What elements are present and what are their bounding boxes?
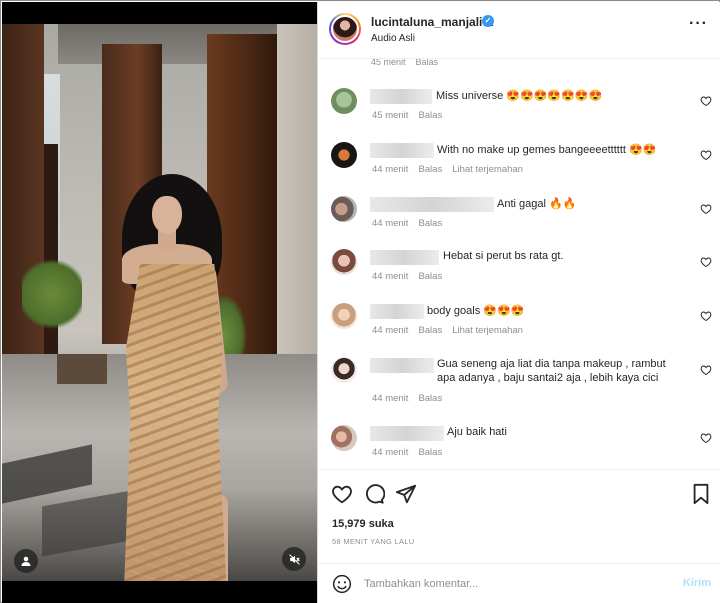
post-comment-button[interactable]: Kirim — [683, 577, 711, 589]
commenter-username-redacted[interactable] — [370, 197, 494, 212]
muted-speaker-icon — [288, 553, 300, 565]
heart-icon[interactable] — [700, 149, 712, 161]
heart-icon[interactable] — [700, 256, 712, 268]
commenter-avatar[interactable] — [331, 425, 357, 451]
more-options-icon[interactable]: ··· — [689, 16, 708, 32]
commenter-avatar[interactable] — [331, 357, 357, 383]
post-timestamp[interactable]: 58 MENIT YANG LALU — [332, 537, 415, 546]
reply-link[interactable]: Balas — [418, 271, 442, 282]
post-details-panel: lucintaluna_manjalita ✓ Audio Asli ··· 4… — [317, 2, 720, 603]
video-player[interactable] — [2, 2, 317, 603]
translate-link[interactable]: Lihat terjemahan — [452, 325, 523, 336]
commenter-username-redacted[interactable] — [370, 358, 434, 373]
reply-link[interactable]: Balas — [418, 110, 442, 121]
heart-icon[interactable] — [700, 310, 712, 322]
comment-icon[interactable] — [363, 483, 385, 505]
comment-meta: 44 menit Balas Lihat terjemahan — [372, 164, 523, 175]
post-header: lucintaluna_manjalita ✓ Audio Asli ··· — [318, 2, 720, 59]
like-count[interactable]: 15,979 suka — [332, 518, 394, 530]
comment-text: With no make up gemes bangeeeetttttt 😍😍 — [437, 144, 657, 156]
emoji-icon[interactable] — [332, 574, 352, 594]
verified-badge-icon: ✓ — [482, 15, 494, 27]
heart-icon[interactable] — [700, 203, 712, 215]
comment-text: body goals 😍😍😍 — [427, 305, 525, 317]
commenter-username-redacted[interactable] — [370, 89, 432, 104]
comment-text: Hebat si perut bs rata gt. — [443, 250, 564, 262]
post-actions: 15,979 suka 58 MENIT YANG LALU — [318, 469, 720, 569]
reply-link[interactable]: Balas — [418, 218, 442, 229]
audio-label[interactable]: Audio Asli — [371, 33, 415, 44]
commenter-username-redacted[interactable] — [370, 304, 424, 319]
bookmark-icon[interactable] — [690, 483, 712, 505]
comment-meta: 44 menit Balas — [372, 393, 443, 404]
comment-meta: 44 menit Balas — [372, 447, 443, 458]
user-tag-icon — [21, 556, 31, 566]
comment-text: Anti gagal 🔥🔥 — [497, 198, 577, 210]
commenter-avatar[interactable] — [331, 303, 357, 329]
heart-icon[interactable] — [700, 432, 712, 444]
translate-link[interactable]: Lihat terjemahan — [452, 164, 523, 175]
reply-link[interactable]: Balas — [418, 325, 442, 336]
video-frame — [2, 24, 317, 581]
comment-composer: Kirim — [318, 563, 720, 603]
commenter-avatar[interactable] — [331, 142, 357, 168]
post-dialog: lucintaluna_manjalita ✓ Audio Asli ··· 4… — [0, 0, 720, 603]
comment-meta: 44 menit Balas — [372, 271, 443, 282]
commenter-avatar[interactable] — [331, 249, 357, 275]
comment-meta: 44 menit Balas Lihat terjemahan — [372, 325, 523, 336]
comment-text: Miss universe 😍😍😍😍😍😍😍 — [436, 90, 603, 102]
mute-toggle-button[interactable] — [282, 547, 306, 571]
heart-icon[interactable] — [331, 483, 353, 505]
reply-link[interactable]: Balas — [418, 447, 442, 458]
reply-link[interactable]: Balas — [418, 164, 442, 175]
user-tag-button[interactable] — [14, 549, 38, 573]
comment-input[interactable] — [364, 573, 664, 595]
author-avatar[interactable] — [329, 13, 361, 45]
comment-text: Gua seneng aja liat dia tanpa makeup , r… — [437, 358, 666, 384]
reply-link[interactable]: Balas — [418, 393, 442, 404]
comment-meta: 45 menit Balas — [372, 110, 443, 121]
commenter-username-redacted[interactable] — [370, 250, 439, 265]
commenter-username-redacted[interactable] — [370, 143, 434, 158]
comment-meta: 44 menit Balas — [372, 218, 443, 229]
commenter-username-redacted[interactable] — [370, 426, 444, 441]
commenter-avatar[interactable] — [331, 88, 357, 114]
paper-plane-icon[interactable] — [395, 483, 417, 505]
heart-icon[interactable] — [700, 95, 712, 107]
author-username[interactable]: lucintaluna_manjalita — [371, 15, 493, 29]
comment-text: Aju baik hati — [447, 426, 507, 438]
heart-icon[interactable] — [700, 364, 712, 376]
comments-list[interactable]: 45 menit Balas Miss universe 😍😍😍😍😍😍😍 45 … — [318, 59, 720, 469]
commenter-avatar[interactable] — [331, 196, 357, 222]
clipped-comment-meta: 45 menit Balas — [371, 59, 439, 67]
